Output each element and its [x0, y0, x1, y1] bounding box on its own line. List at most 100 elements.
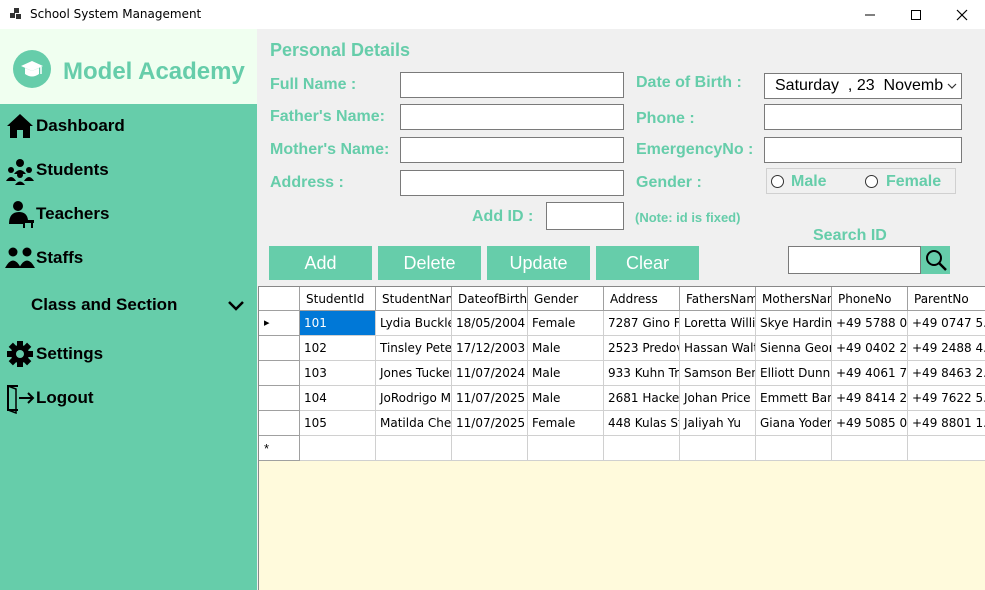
sidebar-item-students[interactable]: Students — [4, 153, 254, 187]
table-cell[interactable]: Hassan Walton — [680, 336, 756, 361]
grid-corner-header[interactable] — [259, 287, 300, 311]
table-cell[interactable]: +49 2488 4... — [908, 336, 985, 361]
gender-female-label[interactable]: Female — [886, 173, 941, 191]
table-cell[interactable]: Jones Tucker — [376, 361, 452, 386]
table-cell[interactable]: JoRodrigo Mills — [376, 386, 452, 411]
table-cell[interactable]: Elliott Dunn — [756, 361, 832, 386]
table-cell[interactable]: +49 5788 0... — [832, 311, 908, 336]
table-cell[interactable] — [452, 436, 528, 461]
table-cell[interactable]: 103 — [300, 361, 376, 386]
table-cell[interactable]: Lydia Buckley — [376, 311, 452, 336]
table-cell[interactable]: Skye Hardin — [756, 311, 832, 336]
table-cell[interactable]: +49 4061 7... — [832, 361, 908, 386]
column-header[interactable]: MothersName — [756, 287, 832, 311]
gender-female-radio[interactable] — [865, 175, 878, 188]
table-cell[interactable]: Matilda Chen — [376, 411, 452, 436]
fathers-name-input[interactable] — [400, 104, 624, 130]
table-cell[interactable]: Emmett Barry — [756, 386, 832, 411]
table-cell[interactable] — [528, 436, 604, 461]
table-row[interactable]: 102Tinsley Peterson17/12/2003Male2523 Pr… — [259, 336, 985, 361]
table-cell[interactable]: +49 0747 5... — [908, 311, 985, 336]
column-header[interactable]: ParentNo — [908, 287, 985, 311]
table-cell[interactable]: +49 0402 2... — [832, 336, 908, 361]
delete-button[interactable]: Delete — [378, 246, 481, 280]
table-cell[interactable]: +49 8463 2... — [908, 361, 985, 386]
dob-picker[interactable]: Saturday , 23 November 2024 — [764, 73, 962, 99]
table-cell[interactable]: 11/07/2025 — [452, 411, 528, 436]
search-button[interactable] — [921, 246, 950, 274]
table-cell[interactable]: 17/12/2003 — [452, 336, 528, 361]
sidebar-item-settings[interactable]: Settings — [4, 337, 254, 371]
update-button[interactable]: Update — [487, 246, 590, 280]
column-header[interactable]: StudentName — [376, 287, 452, 311]
table-cell[interactable]: 102 — [300, 336, 376, 361]
table-cell[interactable]: 7287 Gino Fort — [604, 311, 680, 336]
table-cell[interactable]: Sienna George — [756, 336, 832, 361]
gender-male-radio[interactable] — [771, 175, 784, 188]
mothers-name-input[interactable] — [400, 137, 624, 163]
table-cell[interactable]: 18/05/2004 — [452, 311, 528, 336]
sidebar-item-dashboard[interactable]: Dashboard — [4, 109, 254, 143]
table-cell[interactable] — [756, 436, 832, 461]
row-header[interactable] — [259, 386, 300, 411]
phone-input[interactable] — [764, 104, 962, 130]
students-grid[interactable]: StudentIdStudentNameDateofBirthGenderAdd… — [258, 286, 985, 590]
table-cell[interactable]: Female — [528, 411, 604, 436]
row-header[interactable] — [259, 336, 300, 361]
table-cell[interactable]: Tinsley Peterson — [376, 336, 452, 361]
table-cell[interactable]: 104 — [300, 386, 376, 411]
table-cell[interactable]: Jaliyah Yu — [680, 411, 756, 436]
table-cell[interactable] — [832, 436, 908, 461]
add-button[interactable]: Add — [269, 246, 372, 280]
table-cell[interactable]: +49 7622 5... — [908, 386, 985, 411]
table-cell[interactable]: 933 Kuhn Trail — [604, 361, 680, 386]
table-row[interactable]: 104JoRodrigo Mills11/07/2025Male2681 Hac… — [259, 386, 985, 411]
table-cell[interactable] — [680, 436, 756, 461]
row-header[interactable] — [259, 411, 300, 436]
table-cell[interactable]: +49 8801 1... — [908, 411, 985, 436]
close-button[interactable] — [939, 0, 985, 29]
table-cell[interactable]: 105 — [300, 411, 376, 436]
column-header[interactable]: StudentId — [300, 287, 376, 311]
table-cell[interactable]: Male — [528, 361, 604, 386]
table-cell[interactable]: Male — [528, 336, 604, 361]
table-cell[interactable]: +49 5085 0... — [832, 411, 908, 436]
full-name-input[interactable] — [400, 72, 624, 98]
table-cell[interactable]: Samson Bentley — [680, 361, 756, 386]
clear-button[interactable]: Clear — [596, 246, 699, 280]
search-id-input[interactable] — [788, 246, 921, 274]
sidebar-item-logout[interactable]: Logout — [4, 381, 254, 415]
table-cell[interactable]: Loretta Williams — [680, 311, 756, 336]
dob-dropdown[interactable] — [943, 74, 961, 98]
gender-male-label[interactable]: Male — [791, 173, 827, 191]
column-header[interactable]: Address — [604, 287, 680, 311]
table-cell[interactable]: 448 Kulas Street — [604, 411, 680, 436]
table-cell[interactable]: Giana Yoder — [756, 411, 832, 436]
column-header[interactable]: DateofBirth — [452, 287, 528, 311]
column-header[interactable]: PhoneNo — [832, 287, 908, 311]
minimize-button[interactable] — [847, 0, 893, 29]
table-cell[interactable]: Male — [528, 386, 604, 411]
sidebar-item-class-and-section[interactable]: Class and Section — [31, 288, 246, 322]
table-cell[interactable]: 11/07/2024 — [452, 361, 528, 386]
row-header[interactable]: * — [259, 436, 300, 461]
table-row[interactable]: 105 Matilda Chen 11/07/2025 Female 448 Kulas… — [259, 411, 985, 436]
address-input[interactable] — [400, 170, 624, 196]
sidebar-item-staffs[interactable]: Staffs — [4, 241, 254, 275]
table-cell[interactable] — [604, 436, 680, 461]
table-cell[interactable] — [300, 436, 376, 461]
table-cell[interactable] — [376, 436, 452, 461]
table-cell[interactable]: 2523 Predovic — [604, 336, 680, 361]
table-cell[interactable]: +49 8414 2... — [832, 386, 908, 411]
table-cell[interactable]: 101 — [300, 311, 376, 336]
table-cell[interactable]: Johan Price — [680, 386, 756, 411]
sidebar-item-teachers[interactable]: Teachers — [4, 197, 254, 231]
table-row[interactable]: ▸ 101Lydia Buckley18/05/2004Female7287 Gi… — [259, 311, 985, 336]
maximize-button[interactable] — [893, 0, 939, 29]
table-cell[interactable] — [908, 436, 985, 461]
column-header[interactable]: FathersName — [680, 287, 756, 311]
column-header[interactable]: Gender — [528, 287, 604, 311]
row-header[interactable]: ▸ — [259, 311, 300, 336]
emergency-input[interactable] — [764, 137, 962, 163]
new-row[interactable]: * — [259, 436, 985, 461]
